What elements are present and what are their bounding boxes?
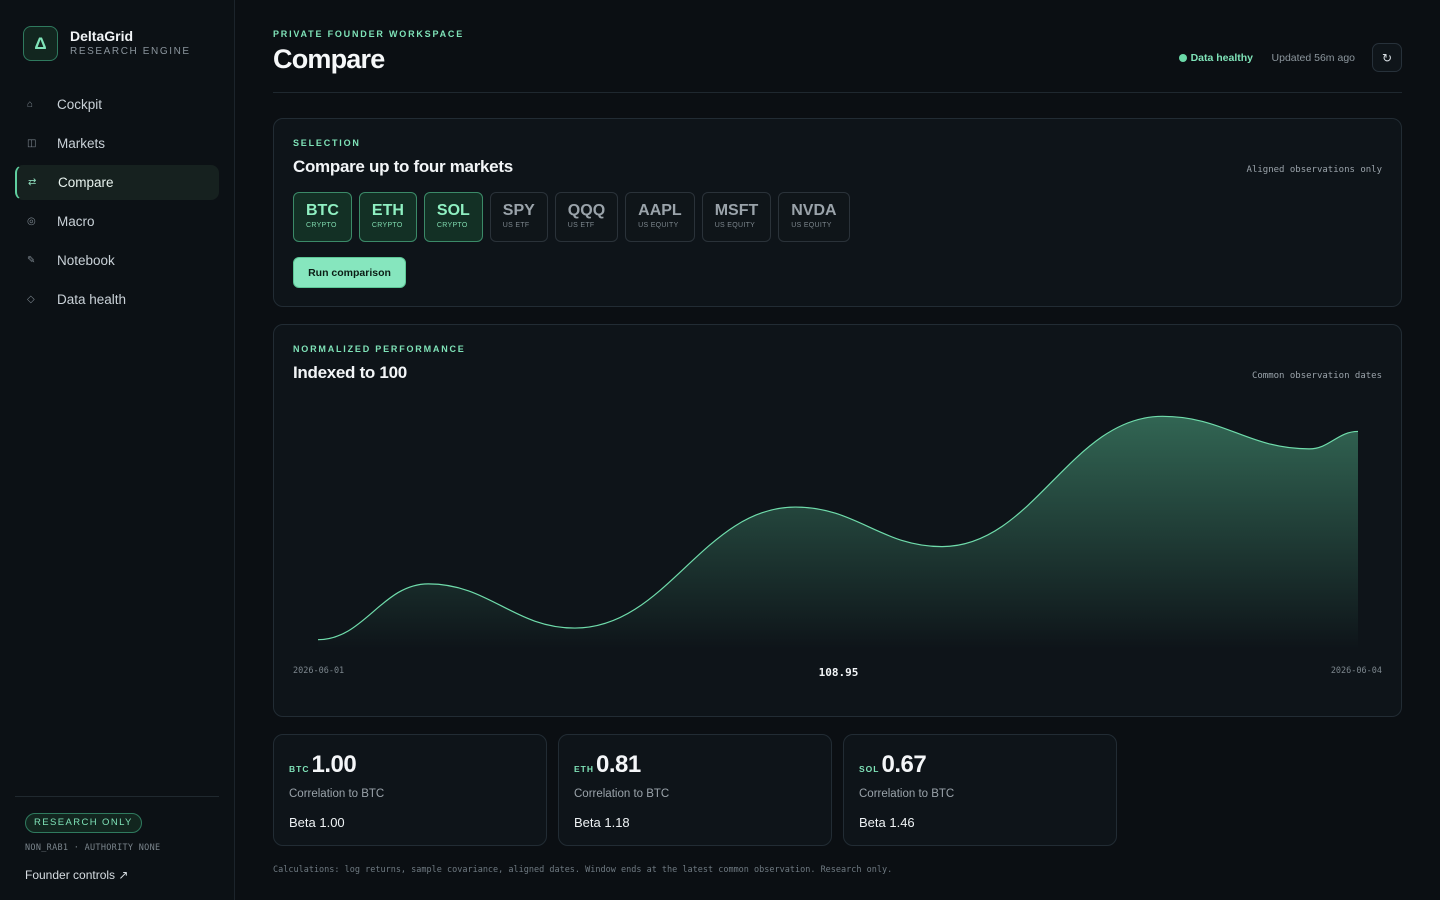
sidebar-footer: RESEARCH ONLY NON_RAB1 · AUTHORITY NONE …: [15, 796, 219, 882]
compare-icon: ⇄: [28, 177, 37, 188]
market-chip-sol[interactable]: SOL CRYPTO: [423, 192, 483, 242]
stat-ticker: SOL: [859, 764, 880, 774]
brand[interactable]: Δ DeltaGrid RESEARCH ENGINE: [23, 26, 191, 61]
notebook-icon: ✎: [27, 255, 36, 266]
chip-symbol: SPY: [502, 202, 535, 219]
stat-beta: Beta 1.18: [574, 815, 630, 830]
market-chips: BTC CRYPTO ETH CRYPTO SOL CRYPTO SPY US …: [293, 192, 857, 242]
founder-controls-link[interactable]: Founder controls ↗: [25, 868, 128, 882]
sidebar-item-label: Macro: [57, 214, 95, 229]
brand-logo-icon: Δ: [23, 26, 58, 61]
stat-label: Correlation to BTC: [574, 788, 670, 800]
refresh-button[interactable]: ↻: [1372, 43, 1402, 72]
performance-eyebrow: NORMALIZED PERFORMANCE: [293, 344, 466, 354]
chip-class: US ETF: [502, 222, 530, 229]
market-chip-eth[interactable]: ETH CRYPTO: [358, 192, 417, 242]
stat-beta: Beta 1.46: [859, 815, 915, 830]
chip-class: US EQUITY: [638, 222, 679, 229]
home-icon: ⌂: [27, 99, 34, 110]
stat-label: Correlation to BTC: [859, 788, 955, 800]
selection-eyebrow: SELECTION: [293, 138, 361, 148]
chip-symbol: SOL: [436, 202, 470, 219]
selection-card: SELECTION Compare up to four markets Ali…: [273, 118, 1402, 307]
authority-meta: NON_RAB1 · AUTHORITY NONE: [25, 843, 161, 853]
chip-symbol: QQQ: [567, 202, 606, 219]
sidebar-item-label: Cockpit: [57, 97, 103, 112]
stat-beta: Beta 1.00: [289, 815, 345, 830]
market-chip-msft[interactable]: MSFT US EQUITY: [701, 192, 772, 242]
sidebar-item-label: Markets: [57, 136, 106, 151]
stat-correlation-value: 0.67: [881, 751, 927, 778]
page-title: Compare: [273, 44, 385, 74]
chip-symbol: MSFT: [714, 202, 759, 219]
research-only-badge: RESEARCH ONLY: [25, 813, 142, 833]
market-chip-spy[interactable]: SPY US ETF: [489, 192, 548, 242]
market-chip-nvda[interactable]: NVDA US EQUITY: [778, 192, 850, 242]
sidebar-item-label: Compare: [58, 175, 114, 190]
chip-class: CRYPTO: [436, 222, 468, 229]
sidebar-nav: ⌂ Cockpit ◫ Markets ⇄ Compare ◎ Macro ✎ …: [15, 87, 219, 321]
chip-class: US EQUITY: [791, 222, 832, 229]
chip-class: CRYPTO: [371, 222, 403, 229]
sidebar-item-cockpit[interactable]: ⌂ Cockpit: [15, 87, 219, 122]
header-divider: [273, 92, 1402, 93]
x-axis-end-label: 2026-06-04: [1330, 666, 1382, 676]
performance-note: Common observation dates: [1251, 371, 1382, 381]
stat-card-btc: BTC 1.00 Correlation to BTC Beta 1.00: [273, 734, 547, 846]
selection-title: Compare up to four markets: [293, 157, 513, 176]
workspace-eyebrow: PRIVATE FOUNDER WORKSPACE: [273, 29, 465, 39]
performance-title: Indexed to 100: [293, 363, 407, 382]
chip-symbol: NVDA: [791, 202, 837, 219]
stat-correlation-value: 0.81: [596, 751, 641, 778]
sidebar-item-label: Notebook: [57, 253, 115, 268]
market-chip-qqq[interactable]: QQQ US ETF: [554, 192, 619, 242]
macro-icon: ◎: [27, 216, 36, 227]
stat-ticker: ETH: [574, 764, 594, 774]
stat-label: Correlation to BTC: [289, 788, 385, 800]
brand-name: DeltaGrid: [70, 28, 134, 44]
stat-card-sol: SOL 0.67 Correlation to BTC Beta 1.46: [843, 734, 1117, 846]
brand-subtitle: RESEARCH ENGINE: [70, 46, 191, 57]
chip-class: CRYPTO: [306, 222, 337, 229]
markets-icon: ◫: [27, 138, 37, 149]
stat-correlation-value: 1.00: [311, 751, 357, 778]
chip-class: US ETF: [567, 222, 595, 229]
current-value-label: 108.95: [818, 666, 859, 679]
market-chip-btc[interactable]: BTC CRYPTO: [293, 192, 352, 242]
run-comparison-button[interactable]: Run comparison: [293, 257, 406, 288]
status-dot-icon: [1178, 54, 1187, 62]
data-health-icon: ◇: [27, 294, 35, 305]
sidebar-item-compare[interactable]: ⇄ Compare: [15, 165, 219, 200]
performance-area: [318, 416, 1358, 649]
stat-card-eth: ETH 0.81 Correlation to BTC Beta 1.18: [558, 734, 832, 846]
sidebar-item-label: Data health: [57, 292, 127, 307]
status-badge: Data healthy: [1178, 52, 1253, 64]
sidebar-item-notebook[interactable]: ✎ Notebook: [15, 243, 219, 278]
market-chip-aapl[interactable]: AAPL US EQUITY: [625, 192, 695, 242]
performance-chart: [317, 415, 1359, 649]
updated-timestamp: Updated 56m ago: [1271, 52, 1355, 64]
chip-symbol: BTC: [306, 202, 339, 219]
performance-card: NORMALIZED PERFORMANCE Indexed to 100 Co…: [273, 324, 1402, 717]
selection-note: Aligned observations only: [1246, 165, 1382, 175]
sidebar: Δ DeltaGrid RESEARCH ENGINE ⌂ Cockpit ◫ …: [0, 0, 235, 900]
refresh-icon: ↻: [1381, 50, 1393, 65]
stat-ticker: BTC: [289, 764, 310, 774]
status-text: Data healthy: [1190, 52, 1253, 64]
sidebar-item-macro[interactable]: ◎ Macro: [15, 204, 219, 239]
sidebar-item-data-health[interactable]: ◇ Data health: [15, 282, 219, 317]
chip-symbol: AAPL: [638, 202, 682, 219]
calculation-footnote: Calculations: log returns, sample covari…: [273, 865, 893, 875]
chip-class: US EQUITY: [714, 222, 756, 229]
chip-symbol: ETH: [371, 202, 404, 219]
sidebar-item-markets[interactable]: ◫ Markets: [15, 126, 219, 161]
